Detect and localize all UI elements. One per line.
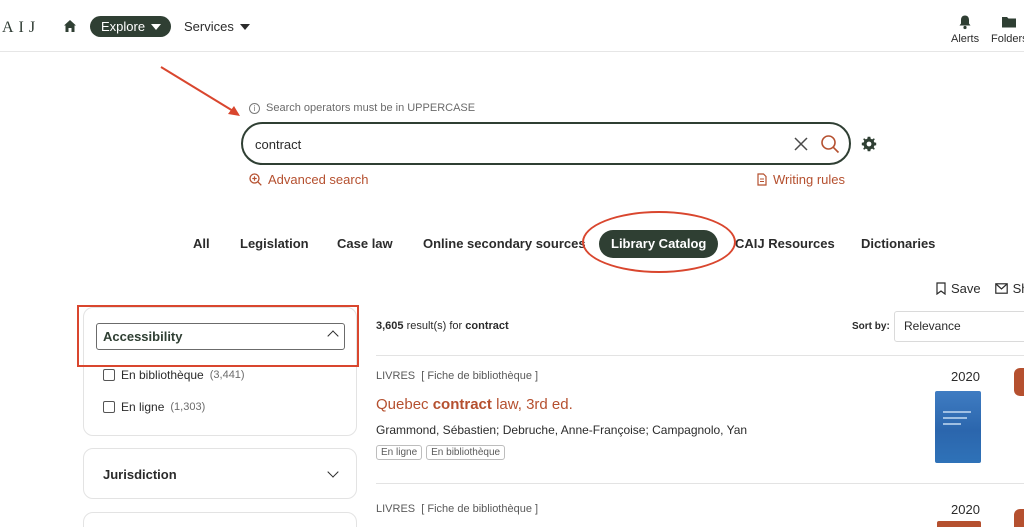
- alerts-button[interactable]: Alerts: [951, 14, 979, 45]
- advanced-search-link[interactable]: Advanced search: [249, 172, 368, 187]
- folders-label: Folders: [991, 33, 1024, 45]
- result-count-query: contract: [465, 320, 509, 332]
- writing-rules-label: Writing rules: [773, 172, 846, 187]
- result-count-number: 3,605: [376, 320, 404, 332]
- result-type: LIVRES [ Fiche de bibliothèque ]: [376, 370, 539, 382]
- tab-caij-resources[interactable]: CAIJ Resources: [735, 230, 835, 258]
- result-year: 2020: [951, 502, 980, 517]
- cover-decoration: [943, 417, 967, 419]
- explore-menu-button[interactable]: Explore: [90, 16, 172, 37]
- sort-select-value: Relevance: [904, 319, 961, 333]
- mail-icon: [994, 283, 1008, 294]
- search-box: [241, 122, 851, 165]
- search-hint-text: Search operators must be in UPPERCASE: [266, 102, 476, 114]
- search-hint: i Search operators must be in UPPERCASE: [249, 102, 475, 114]
- caret-down-icon: [239, 23, 250, 30]
- result-year: 2020: [951, 369, 980, 384]
- book-cover-image[interactable]: [935, 391, 981, 463]
- badge-en-bibliotheque: En bibliothèque: [426, 445, 506, 460]
- facet-option-count: (1,303): [170, 401, 206, 413]
- book-cover-image[interactable]: [937, 521, 981, 527]
- alerts-label: Alerts: [951, 33, 980, 45]
- result-actions: Save Sh: [936, 281, 1024, 296]
- tab-all[interactable]: All: [193, 230, 210, 258]
- tab-online-secondary-sources[interactable]: Online secondary sources: [423, 230, 586, 258]
- home-icon[interactable]: [63, 19, 77, 33]
- facet-card[interactable]: [83, 512, 357, 527]
- accessibility-facet-title: Accessibility: [103, 329, 183, 344]
- folders-button[interactable]: Folders: [991, 14, 1024, 45]
- checkbox[interactable]: [103, 369, 115, 381]
- result-count-suffix: result(s) for: [406, 320, 463, 332]
- result-badges: En ligne En bibliothèque: [376, 445, 506, 460]
- tab-library-catalog[interactable]: Library Catalog: [599, 230, 719, 258]
- result-title-link[interactable]: Quebec contract law, 3rd ed.: [376, 396, 573, 413]
- services-menu-button[interactable]: Services: [184, 19, 250, 34]
- sort-label: Sort by:: [852, 321, 890, 332]
- result-count: 3,605 result(s) for contract: [376, 320, 509, 332]
- explore-label: Explore: [101, 19, 146, 34]
- search-input[interactable]: [255, 134, 755, 154]
- side-action-tab[interactable]: [1014, 509, 1024, 527]
- facet-option-count: (3,441): [209, 369, 245, 381]
- jurisdiction-facet-title: Jurisdiction: [103, 467, 177, 482]
- save-button[interactable]: Save: [951, 281, 981, 296]
- folder-icon: [1002, 17, 1017, 28]
- checkbox[interactable]: [103, 401, 115, 413]
- badge-en-ligne: En ligne: [376, 445, 423, 460]
- facet-option-en-ligne[interactable]: En ligne (1,303): [103, 400, 205, 414]
- cover-decoration: [943, 411, 971, 413]
- logo[interactable]: AIJ: [2, 19, 40, 37]
- side-action-tab[interactable]: [1014, 368, 1024, 396]
- search-icon[interactable]: [820, 134, 840, 154]
- share-button[interactable]: Sh: [1013, 281, 1024, 296]
- cover-decoration: [943, 423, 961, 425]
- facet-option-label: En bibliothèque: [121, 368, 204, 382]
- sort-select[interactable]: Relevance: [894, 311, 1024, 342]
- result-authors: Grammond, Sébastien; Debruche, Anne-Fran…: [376, 423, 748, 437]
- tab-dictionaries[interactable]: Dictionaries: [861, 230, 935, 258]
- top-navigation-bar: AIJ Explore Services Alerts Folders: [0, 0, 1024, 52]
- tab-case-law[interactable]: Case law: [337, 230, 393, 258]
- caret-down-icon: [151, 23, 162, 30]
- divider: [376, 355, 1024, 356]
- tab-legislation[interactable]: Legislation: [240, 230, 309, 258]
- annotation-arrow: [160, 66, 240, 116]
- close-icon[interactable]: [793, 136, 809, 152]
- accessibility-facet-header[interactable]: Accessibility: [96, 323, 345, 350]
- bookmark-icon: [936, 282, 946, 295]
- gear-icon[interactable]: [861, 136, 877, 152]
- divider: [376, 483, 1024, 484]
- chevron-up-icon: [327, 330, 339, 342]
- bell-icon: [959, 15, 971, 30]
- services-label: Services: [184, 19, 234, 34]
- writing-rules-link[interactable]: Writing rules: [757, 172, 845, 187]
- facet-option-label: En ligne: [121, 400, 165, 414]
- result-type: LIVRES [ Fiche de bibliothèque ]: [376, 503, 539, 515]
- advanced-search-label: Advanced search: [268, 172, 369, 187]
- facet-option-en-bibliotheque[interactable]: En bibliothèque (3,441): [103, 368, 245, 382]
- zoom-in-icon: [249, 173, 262, 186]
- document-icon: [757, 173, 767, 186]
- info-icon: i: [249, 102, 260, 114]
- search-tabs: All Legislation Case law Online secondar…: [0, 230, 1024, 258]
